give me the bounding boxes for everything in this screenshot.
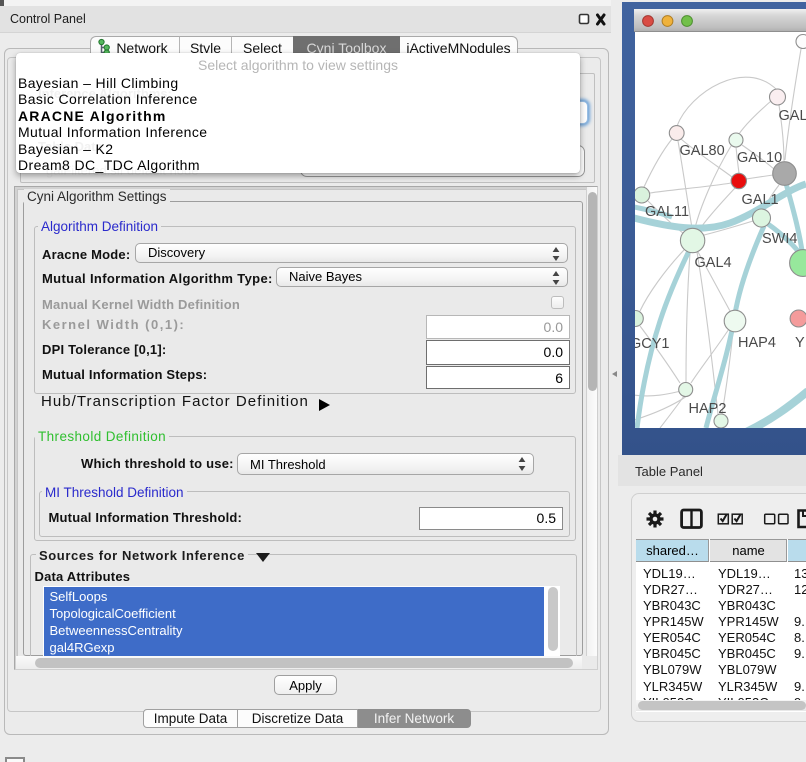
svg-text:SWI4: SWI4 [762,231,797,247]
svg-text:HAP2: HAP2 [689,401,727,417]
svg-text:GAL1: GAL1 [742,192,779,208]
svg-text:Y: Y [795,335,805,351]
svg-text:GAL80: GAL80 [680,143,725,159]
svg-text:HAP4: HAP4 [738,335,776,351]
svg-text:GAL10: GAL10 [737,150,782,166]
svg-text:GAL4: GAL4 [695,255,732,271]
svg-text:GCY1: GCY1 [635,336,670,352]
svg-text:GAL11: GAL11 [645,204,689,220]
svg-text:GAL: GAL [779,108,806,124]
